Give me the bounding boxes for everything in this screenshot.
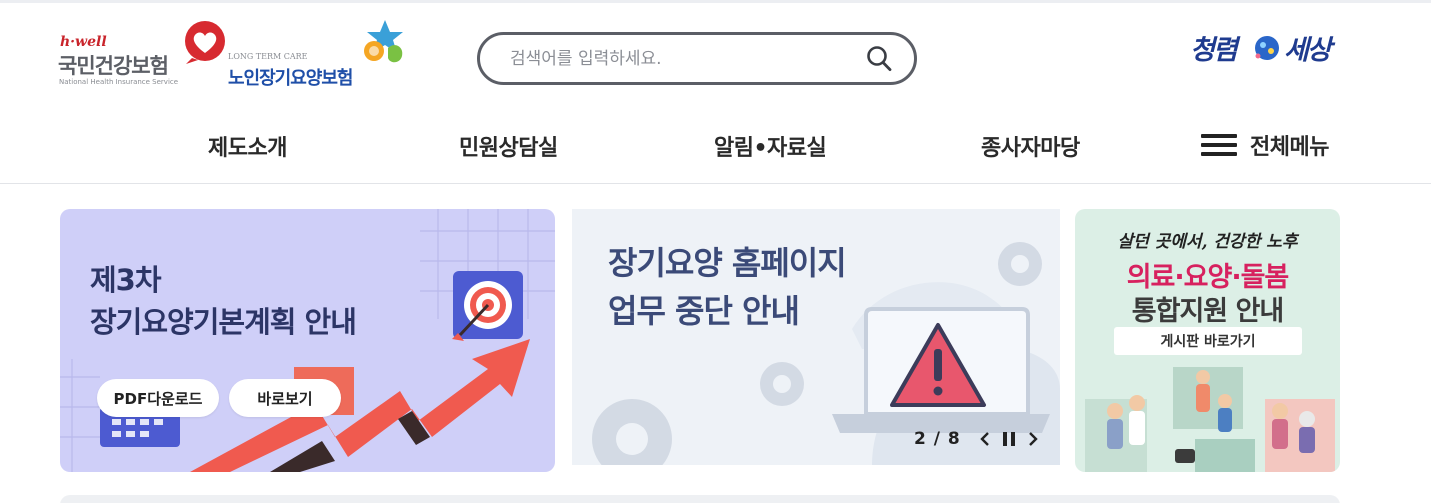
all-menu-label: 전체메뉴 <box>1250 135 1329 160</box>
prev-slide-button[interactable] <box>973 427 997 451</box>
banner-ltc-plan[interactable]: 제3차 장기요양기본계획 안내 PDF다운로드 바로보기 <box>60 209 555 472</box>
banner-outage-title: 장기요양 홈페이지 업무 중단 안내 <box>608 239 847 335</box>
all-menu-button[interactable]: 전체메뉴 <box>1201 130 1329 160</box>
banner-outage-title-line2: 업무 중단 안내 <box>608 292 800 330</box>
heart-icon <box>185 21 225 64</box>
search-box[interactable] <box>477 32 917 85</box>
nhis-name-en: National Health Insurance Service <box>59 78 179 86</box>
banner-integrated-care[interactable]: 살던 곳에서, 건강한 노후 의료·요양·돌봄 통합지원 안내 게시판 바로가기 <box>1075 209 1340 472</box>
search-icon[interactable] <box>866 45 892 72</box>
slide-current: 2 <box>914 429 927 449</box>
slide-counter: 2 / 8 <box>914 429 961 449</box>
nav-item-intro[interactable]: 제도소개 <box>208 130 287 162</box>
search-input[interactable] <box>510 46 850 72</box>
banner-outage-notice[interactable]: 장기요양 홈페이지 업무 중단 안내 2 / 8 <box>572 209 1060 465</box>
top-border <box>0 0 1431 3</box>
slider-pager: 2 / 8 <box>914 427 1045 451</box>
pdf-download-button[interactable]: PDF다운로드 <box>97 379 219 417</box>
pause-icon <box>1002 432 1015 446</box>
board-shortcut-button[interactable]: 게시판 바로가기 <box>1114 327 1302 355</box>
ltc-logo[interactable]: LONG TERM CARE 노인장기요양보험 <box>228 18 413 92</box>
next-section-edge <box>60 495 1340 503</box>
chevron-right-icon <box>1028 432 1038 446</box>
clean-logo-left: 청렴 <box>1190 35 1238 66</box>
clean-world-logo[interactable]: 청렴 세상 <box>1186 24 1346 76</box>
ltc-name: 노인장기요양보험 <box>228 68 353 89</box>
elderly-care-illustration <box>1085 367 1335 472</box>
globe-icon <box>1255 36 1279 60</box>
nav-item-notice[interactable]: 알림•자료실 <box>714 130 827 162</box>
hamburger-icon <box>1201 134 1237 156</box>
nav-item-civil[interactable]: 민원상담실 <box>459 130 558 162</box>
slide-total: 8 <box>947 429 961 449</box>
nav-divider <box>0 183 1431 184</box>
pause-slide-button[interactable] <box>997 427 1021 451</box>
banner-outage-title-line1: 장기요양 홈페이지 <box>608 244 847 282</box>
banner-care-title-line2: 통합지원 안내 <box>1131 296 1284 327</box>
nav-item-workers[interactable]: 종사자마당 <box>981 130 1080 162</box>
growth-arrow-illustration <box>100 271 530 472</box>
nhis-tagline: h·well <box>60 34 107 50</box>
nhis-logo[interactable]: h·well 국민건강보험 National Health Insurance … <box>58 20 228 92</box>
ltc-name-en: LONG TERM CARE <box>228 52 308 61</box>
banner-care-subtitle: 살던 곳에서, 건강한 노후 <box>1117 232 1298 252</box>
view-button[interactable]: 바로보기 <box>229 379 341 417</box>
ltc-emblem-icon <box>364 20 403 63</box>
next-slide-button[interactable] <box>1021 427 1045 451</box>
chevron-left-icon <box>980 432 989 446</box>
nhis-name: 국민건강보험 <box>58 54 169 78</box>
clean-logo-right: 세상 <box>1284 35 1332 66</box>
